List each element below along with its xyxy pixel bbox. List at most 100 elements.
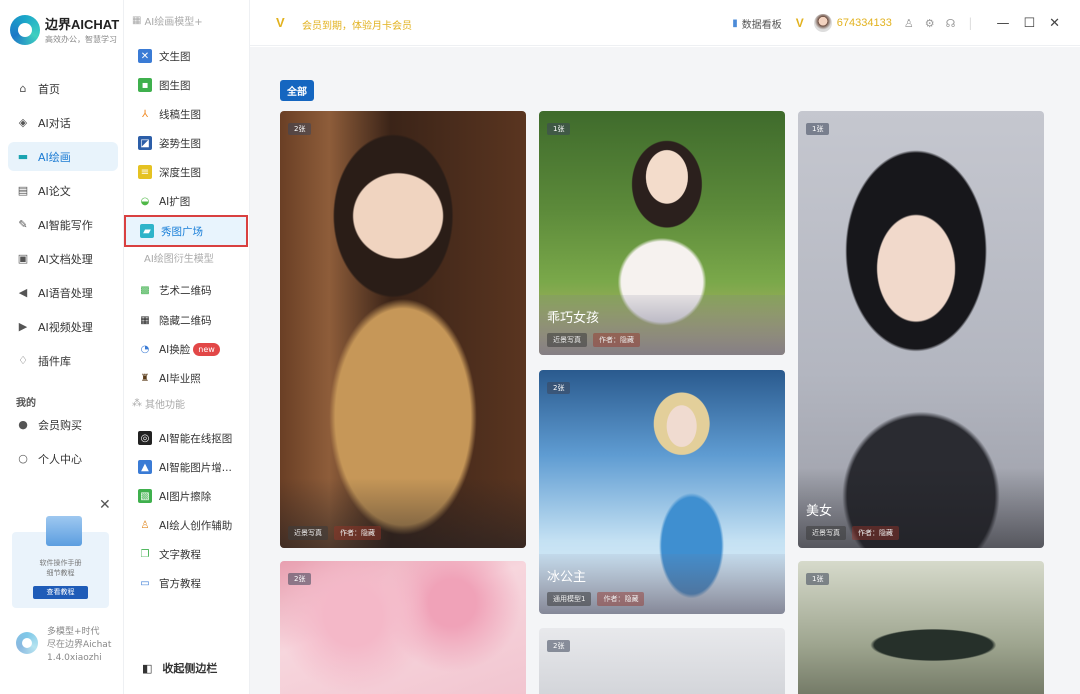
subnav-item-official-tutorial[interactable]: ▭ 官方教程: [138, 573, 246, 593]
sidebar-item-ai-chat[interactable]: ◈ AI对话: [8, 108, 118, 137]
divider: |: [968, 16, 973, 30]
subnav-item-portrait[interactable]: ♙ AI绘人创作辅助: [138, 515, 246, 535]
card-tags: 近景写真 作者：隐藏: [288, 526, 387, 540]
gallery-card[interactable]: 2张: [280, 561, 526, 694]
subnav-item-text-tutorial[interactable]: ❐ 文字教程: [138, 544, 246, 564]
subnav-item-art-qr[interactable]: ▩ 艺术二维码: [138, 280, 246, 300]
image-count-badge: 2张: [288, 573, 312, 585]
gallery-card[interactable]: 2张: [539, 628, 785, 694]
view-tutorial-button[interactable]: 查看教程: [33, 586, 88, 599]
app-logo[interactable]: 边界AICHAT 高效办公，智慧学习: [10, 14, 119, 45]
subnav-item-image-to-image[interactable]: ▪ 图生图: [138, 75, 246, 95]
folder-icon: [46, 516, 82, 546]
vip-expiry-link[interactable]: 会员到期，体验月卡会员: [302, 17, 412, 32]
vip-badge-icon[interactable]: V: [796, 16, 804, 30]
author-tag: 作者：隐藏: [852, 526, 899, 540]
new-badge: new: [193, 342, 220, 356]
close-window-icon[interactable]: ✕: [1049, 16, 1060, 31]
portrait-icon: ♙: [140, 519, 150, 531]
footer-line-1: 多模型+时代: [47, 627, 100, 637]
lineart-icon: ⅄: [141, 108, 149, 120]
sidebar-item-profile[interactable]: ○ 个人中心: [8, 444, 118, 473]
user-icon: ●: [18, 418, 28, 431]
subnav-item-text-to-image[interactable]: ✕ 文生图: [138, 46, 246, 66]
sidebar-item-ai-paper[interactable]: ▤ AI论文: [8, 176, 118, 205]
bar-chart-icon: ▮: [732, 17, 738, 29]
subnav-item-pose[interactable]: ◪ 姿势生图: [138, 133, 246, 153]
hidden-qr-icon: ▦: [140, 314, 150, 326]
subnav-item-face-swap[interactable]: ◔ AI换脸 new: [138, 339, 246, 359]
sidebar-item-ai-doc[interactable]: ▣ AI文档处理: [8, 244, 118, 273]
gallery-card[interactable]: 2张 近景写真 作者：隐藏: [280, 111, 526, 548]
app-title: 边界AICHAT: [45, 17, 120, 32]
sidebar-item-membership[interactable]: ● 会员购买: [8, 410, 118, 439]
image-count-badge: 1张: [806, 123, 830, 135]
sidebar-item-ai-voice[interactable]: ◀ AI语音处理: [8, 278, 118, 307]
logo-icon: [10, 14, 40, 45]
image-count-badge: 2张: [547, 640, 571, 652]
painting-subnav: ▦ AI绘画模型+ ✕ 文生图 ▪ 图生图 ⅄ 线稿生图 ◪ 姿势生图 ≡ 深度生图 ◒ AI…: [124, 0, 250, 694]
book-icon: ❐: [140, 548, 150, 560]
person-icon: ○: [18, 452, 28, 465]
cutout-icon: ◎: [138, 431, 152, 445]
author-tag: 作者：隐藏: [334, 526, 381, 540]
mine-nav: ● 会员购买 ○ 个人中心: [8, 410, 118, 478]
gallery-main: 全部 2张 近景写真 作者：隐藏 1张 乖巧女孩 近景写真 作者：隐藏 1张 美…: [250, 47, 1080, 694]
card-title: 乖巧女孩: [547, 311, 600, 326]
subnav-item-erase[interactable]: ▧ AI图片擦除: [138, 486, 246, 506]
play-icon: ▶: [18, 320, 28, 333]
sidebar-item-plugins[interactable]: ♢ 插件库: [8, 346, 118, 375]
gallery-card[interactable]: 2张 冰公主 通用模型1 作者：隐藏: [539, 370, 785, 614]
avatar[interactable]: [813, 14, 832, 32]
gallery-card[interactable]: 1张 乖巧女孩 近景写真 作者：隐藏: [539, 111, 785, 355]
subnav-item-cutout[interactable]: ◎ AI智能在线抠图: [138, 428, 246, 448]
pose-icon: ◪: [138, 136, 152, 150]
gallery-card[interactable]: 1张 美女 近景写真 作者：隐藏: [798, 111, 1044, 548]
top-bar: V 会员到期，体验月卡会员 ▮ 数据看板 V 674334133 ♙ ⚙ ☊ | …: [250, 0, 1080, 46]
home-icon: ⌂: [19, 82, 27, 95]
maximize-icon[interactable]: ☐: [1023, 16, 1035, 31]
shirt-icon[interactable]: ♙: [904, 17, 914, 30]
footer-line-2: 尽在边界Aichat: [47, 640, 112, 650]
user-id[interactable]: 674334133: [837, 17, 892, 29]
sidebar-item-ai-video[interactable]: ▶ AI视频处理: [8, 312, 118, 341]
settings-icon[interactable]: ⚙: [925, 17, 935, 30]
subnav-item-expand[interactable]: ◒ AI扩图: [138, 191, 246, 211]
subnav-item-gallery[interactable]: ▰ 秀图广场: [124, 215, 248, 247]
sidebar-item-ai-writing[interactable]: ✎ AI智能写作: [8, 210, 118, 239]
derived-header: AI绘图衍生模型: [144, 254, 214, 265]
image-count-badge: 2张: [547, 382, 571, 394]
subnav-item-lineart[interactable]: ⅄ 线稿生图: [138, 104, 246, 124]
vip-icon: V: [276, 15, 285, 30]
collapse-sidebar-button[interactable]: ◧ 收起侧边栏: [142, 660, 217, 676]
subnav-item-enhance[interactable]: ▲ AI智能图片增...: [138, 457, 246, 477]
card-title: 冰公主: [547, 570, 587, 585]
bulb-icon: ♢: [18, 354, 28, 367]
main-nav: ⌂ 首页 ◈ AI对话 ▬ AI绘画 ▤ AI论文 ✎ AI智能写作 ▣ AI文档处理 ◀ A…: [8, 74, 118, 380]
footer-version: 1.4.0xiaozhi: [47, 653, 102, 663]
gallery-card[interactable]: 1张: [798, 561, 1044, 694]
sidebar-item-home[interactable]: ⌂ 首页: [8, 74, 118, 103]
data-board-button[interactable]: ▮ 数据看板: [732, 16, 782, 31]
filter-all-tab[interactable]: 全部: [280, 80, 314, 101]
category-tag: 近景写真: [547, 333, 587, 347]
author-tag: 作者：隐藏: [593, 333, 640, 347]
card-title: 美女: [806, 504, 833, 519]
subnav-item-graduation[interactable]: ♜ AI毕业照: [138, 368, 246, 388]
sidebar-item-ai-painting[interactable]: ▬ AI绘画: [8, 142, 118, 171]
category-tag: 通用模型1: [547, 592, 592, 606]
subnav-item-hidden-qr[interactable]: ▦ 隐藏二维码: [138, 310, 246, 330]
graduation-icon: ♜: [140, 372, 150, 384]
art-qr-icon: ▩: [140, 284, 150, 296]
minimize-icon[interactable]: —: [996, 16, 1009, 31]
sidebar-toggle-icon: ◧: [142, 661, 153, 675]
close-icon[interactable]: ✕: [99, 497, 111, 513]
subnav-item-depth[interactable]: ≡ 深度生图: [138, 162, 246, 182]
tutorial-promo: 软件操作手册 细节教程 查看教程: [12, 516, 109, 608]
doc-process-icon: ▣: [17, 252, 29, 265]
image-count-badge: 1张: [806, 573, 830, 585]
monitor-icon: ▭: [140, 577, 150, 589]
depth-icon: ≡: [138, 165, 152, 179]
face-swap-icon: ◔: [140, 343, 150, 355]
headset-icon[interactable]: ☊: [946, 17, 956, 30]
